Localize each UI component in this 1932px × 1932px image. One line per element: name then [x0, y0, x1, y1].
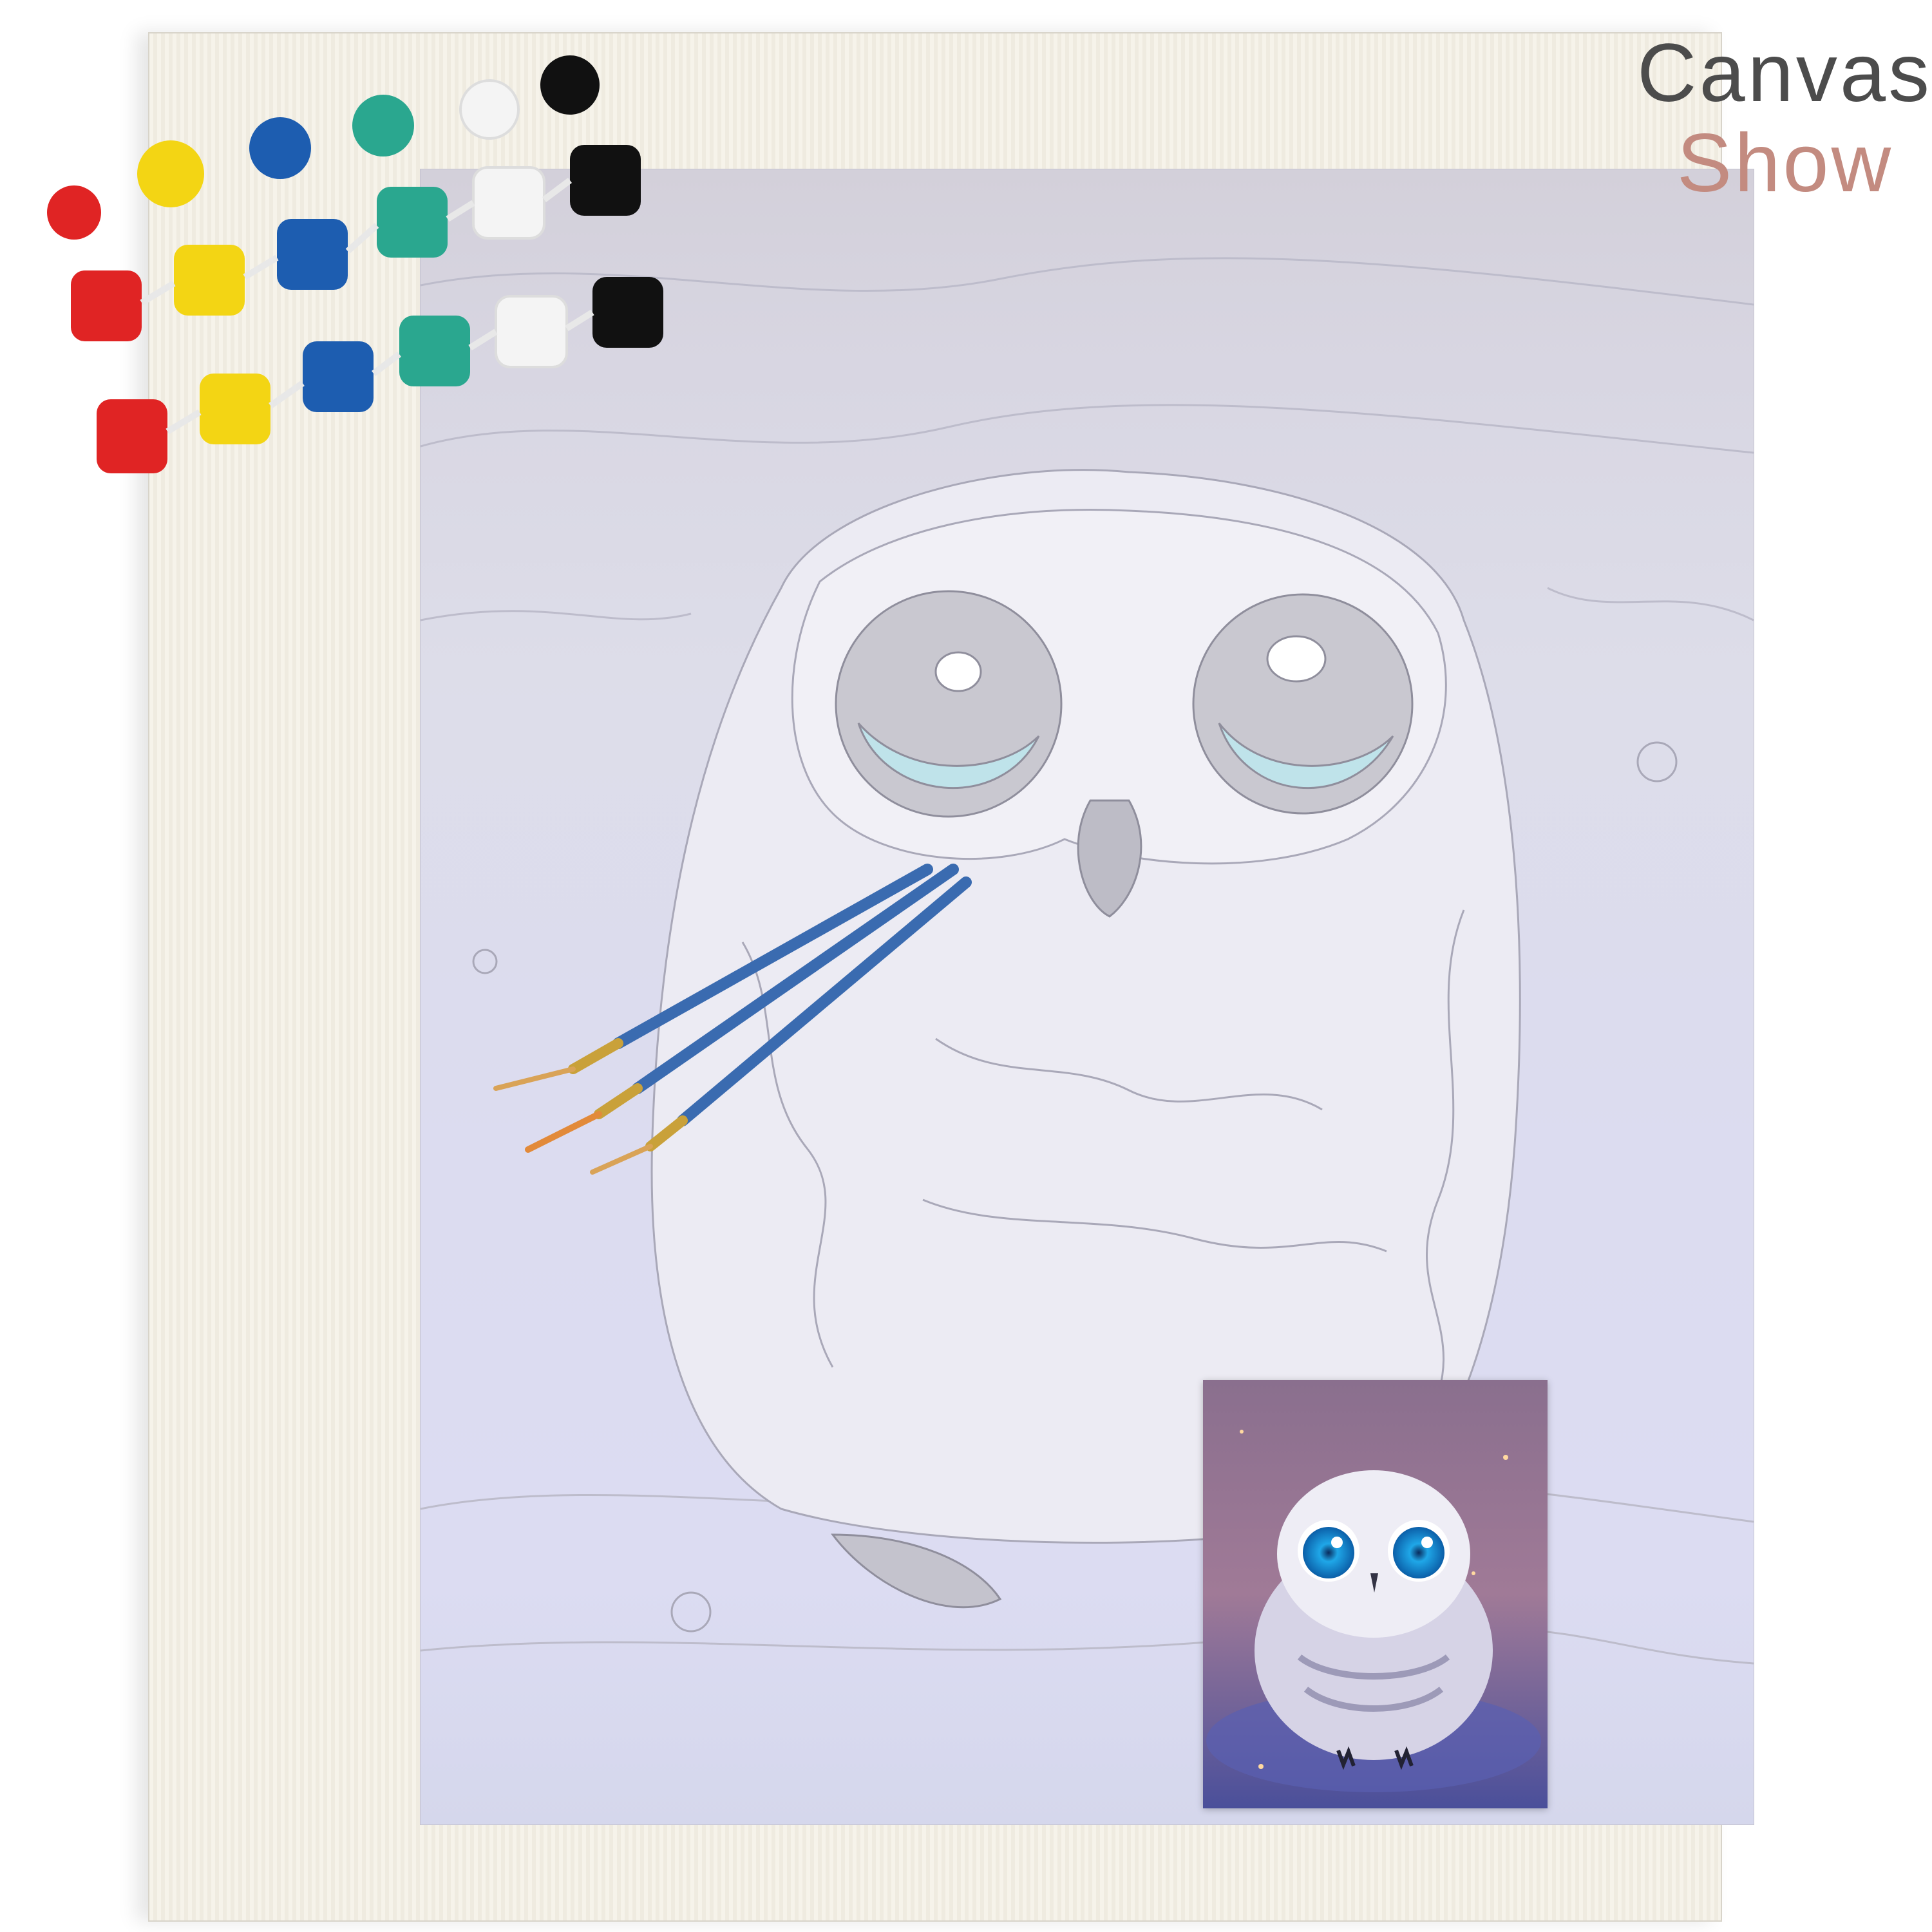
- paintbrush-icon: [493, 864, 972, 1175]
- paint-pot-icon: [47, 55, 663, 473]
- owl-icon: [1203, 1380, 1548, 1808]
- brand-logo-line1: Canvas: [1637, 27, 1932, 119]
- brand-logo-line2: Show: [1676, 117, 1893, 209]
- owl-reference-image: [1203, 1380, 1548, 1808]
